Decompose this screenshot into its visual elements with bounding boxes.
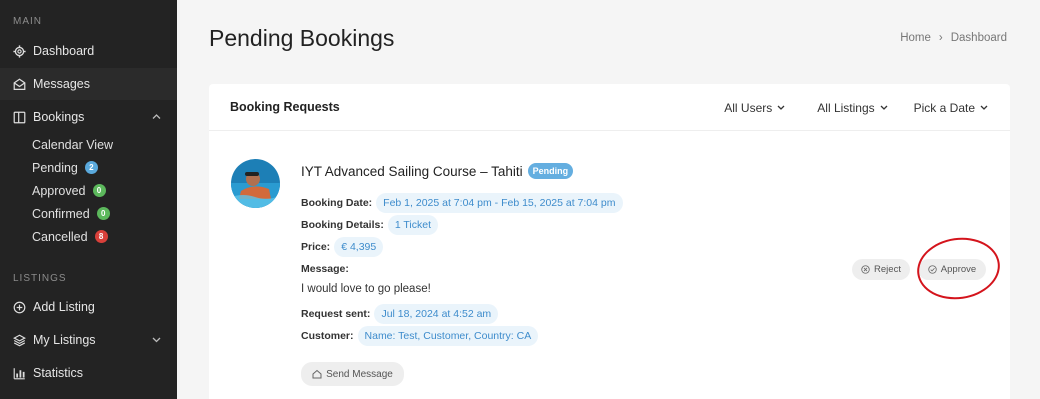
price-value: € 4,395 [334,237,384,257]
sidebar-item-approved[interactable]: Approved 0 [0,179,177,202]
sidebar-item-cancelled[interactable]: Cancelled 8 [0,225,177,248]
filter-label: All Users [724,100,773,115]
customer-label: Customer: [301,330,354,342]
price-row: Price: € 4,395 [301,237,384,257]
status-badge: Pending [527,163,574,179]
card-title: Booking Requests [230,100,340,114]
sidebar-item-bookings[interactable]: Bookings [0,101,177,133]
sidebar-item-statistics[interactable]: Statistics [0,357,177,389]
booking-date-label: Booking Date: [301,197,373,209]
sidebar-subitem-label: Confirmed [32,206,90,221]
page-title: Pending Bookings [209,25,395,51]
message-row: Message: [301,263,349,275]
sidebar-subitem-label: Approved [32,183,86,198]
customer-row: Customer: Name: Test, Customer, Country:… [301,326,539,346]
count-badge: 8 [94,230,108,243]
count-badge: 0 [96,207,110,220]
filter-listings-dropdown[interactable]: All Listings [817,100,888,115]
sidebar-item-calendar-view[interactable]: Calendar View [0,133,177,156]
booking-icon [13,111,26,124]
sidebar-item-add-listing[interactable]: Add Listing [0,291,177,323]
breadcrumb: Home › Dashboard [900,32,1007,44]
sidebar-item-label: My Listings [33,333,96,347]
sidebar-item-my-listings[interactable]: My Listings [0,324,177,356]
send-message-button[interactable]: Send Message [301,362,404,386]
booking-details-value: 1 Ticket [387,215,439,235]
breadcrumb-dashboard: Dashboard [950,32,1007,44]
message-text: I would love to go please! [301,283,431,295]
booking-date-row: Booking Date: Feb 1, 2025 at 7:04 pm - F… [301,193,623,213]
home-icon [312,369,322,379]
filters: All Users All Listings Pick a Date [724,84,1010,131]
request-sent-value: Jul 18, 2024 at 4:52 am [374,304,499,324]
sidebar-section-main: MAIN [13,16,42,27]
request-sent-label: Request sent: [301,308,371,320]
count-badge: 2 [84,161,98,174]
listing-title-text[interactable]: IYT Advanced Sailing Course – Tahiti [301,164,523,179]
count-badge: 0 [92,184,106,197]
sidebar-item-label: Messages [33,77,90,91]
sidebar-item-dashboard[interactable]: Dashboard [0,35,177,67]
layers-icon [13,334,26,347]
sidebar-item-label: Dashboard [33,44,95,58]
booking-date-value: Feb 1, 2025 at 7:04 pm - Feb 15, 2025 at… [376,193,623,213]
card-header: Booking Requests All Users All Listings … [209,84,1010,131]
listing-thumbnail[interactable] [231,159,280,208]
sidebar-subitem-label: Pending [32,160,78,175]
sidebar-item-label: Bookings [33,110,85,124]
filter-label: All Listings [817,100,875,115]
customer-value: Name: Test, Customer, Country: CA [357,326,539,346]
close-circle-icon [861,265,870,274]
booking-details-label: Booking Details: [301,219,384,231]
bookings-submenu: Calendar View Pending 2 Approved 0 Confi… [0,133,177,248]
sidebar-section-listings: LISTINGS [13,273,67,284]
sidebar-item-messages[interactable]: Messages [0,68,177,100]
sidebar-item-label: Statistics [33,366,84,380]
sidebar-subitem-label: Cancelled [32,229,88,244]
envelope-icon [13,77,26,91]
sidebar-item-pending[interactable]: Pending 2 [0,156,177,179]
chevron-up-icon [152,112,161,123]
message-label: Message: [301,263,349,275]
filter-label: Pick a Date [913,100,975,115]
booking-requests-card: Booking Requests All Users All Listings … [209,84,1010,399]
chevron-down-icon [152,335,161,346]
sidebar-item-label: Add Listing [33,300,95,314]
bar-chart-icon [13,367,26,380]
reject-label: Reject [874,264,901,275]
filter-date-dropdown[interactable]: Pick a Date [914,101,988,115]
breadcrumb-separator: › [938,32,943,44]
send-message-label: Send Message [326,368,393,380]
breadcrumb-home[interactable]: Home [900,32,931,44]
chevron-down-icon [880,105,888,110]
price-label: Price: [301,241,331,253]
sidebar-item-confirmed[interactable]: Confirmed 0 [0,202,177,225]
booking-details-row: Booking Details: 1 Ticket [301,215,439,235]
plus-circle-icon [13,301,26,314]
chevron-down-icon [777,105,785,110]
chevron-down-icon [980,105,988,110]
request-sent-row: Request sent: Jul 18, 2024 at 4:52 am [301,304,499,324]
filter-users-dropdown[interactable]: All Users [724,101,785,115]
sidebar: MAIN Dashboard Messages Bookings Calenda… [0,0,177,399]
sidebar-subitem-label: Calendar View [32,137,114,152]
listing-title: IYT Advanced Sailing Course – Tahiti Pen… [301,163,574,179]
reject-button[interactable]: Reject [852,259,910,280]
gear-icon [13,44,26,58]
